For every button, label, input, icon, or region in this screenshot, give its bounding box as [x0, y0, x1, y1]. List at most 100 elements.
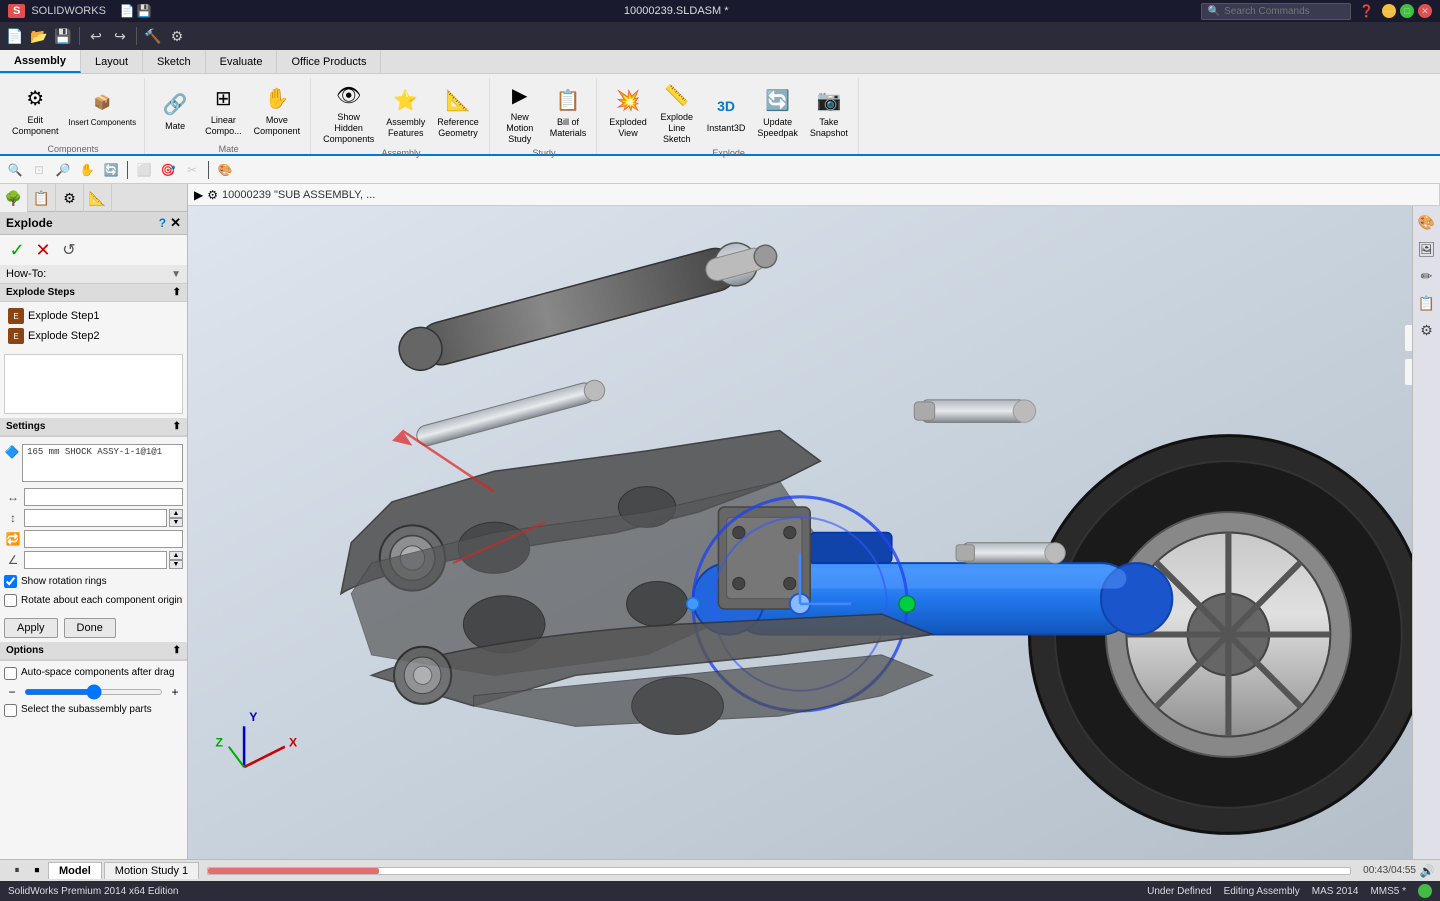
show-hidden-button[interactable]: 👁 Show Hidden Components [319, 78, 378, 146]
redo-icon[interactable]: ↪ [109, 25, 131, 47]
display-style-icon[interactable]: ⬜ [133, 159, 155, 181]
main-area: 🌳 📋 ⚙ 📐 Explode ? ✕ ✓ ✕ ↺ H [0, 184, 1440, 859]
tab-layout[interactable]: Layout [81, 50, 143, 73]
distance-down-button[interactable]: ▼ [169, 518, 183, 527]
undo-icon[interactable]: ↩ [85, 25, 107, 47]
rotate-each-checkbox[interactable] [4, 594, 17, 607]
viewport[interactable]: ▶ ⚙ 10000239 "SUB ASSEMBLY, ... [188, 184, 1440, 859]
reference-geometry-button[interactable]: 📐 Reference Geometry [433, 83, 483, 141]
confirm-ok-button[interactable]: ✓ [6, 239, 28, 261]
spacing-decrease-button[interactable]: − [4, 684, 20, 700]
explode-steps-collapse-icon[interactable]: ⬆ [173, 287, 181, 298]
right-appearance-icon[interactable]: 🎨 [1415, 210, 1439, 234]
auto-space-checkbox[interactable] [4, 667, 17, 680]
play-pause-button[interactable]: ⏸ [8, 862, 26, 880]
distance-up-button[interactable]: ▲ [169, 509, 183, 518]
volume-icon[interactable]: 🔊 [1418, 862, 1436, 880]
done-button[interactable]: Done [64, 618, 116, 638]
spacing-increase-button[interactable]: + [167, 684, 183, 700]
ribbon-content: ⚙ Edit Component 📦 Insert Components Com… [0, 74, 1440, 154]
component-field[interactable]: 165 mm SHOCK ASSY-1-1@1@1 [22, 444, 183, 482]
explode-title: Explode [6, 216, 53, 230]
options-icon[interactable]: ⚙ [166, 25, 188, 47]
confirm-refresh-button[interactable]: ↺ [58, 239, 80, 261]
close-button[interactable]: ✕ [1418, 4, 1432, 18]
explode-step-1[interactable]: E Explode Step1 [4, 306, 183, 326]
axis-icon: 🔁 [4, 530, 22, 548]
save-icon[interactable]: 💾 [52, 25, 74, 47]
3d-scene[interactable]: Y X Z [188, 206, 1412, 859]
edit-component-icon: ⚙ [19, 83, 51, 115]
instant3d-button[interactable]: 3D Instant3D [703, 89, 750, 136]
angle-up-button[interactable]: ▲ [169, 551, 183, 560]
dim-xpert-tab[interactable]: 📐 [84, 184, 112, 212]
new-file-icon[interactable]: 📄 [4, 25, 26, 47]
exploded-view-button[interactable]: 💥 Exploded View [605, 83, 651, 141]
take-snapshot-button[interactable]: 📷 Take Snapshot [806, 83, 852, 141]
tab-motion-study-1[interactable]: Motion Study 1 [104, 862, 199, 879]
zoom-to-selection-icon[interactable]: ⊡ [28, 159, 50, 181]
window-title: 10000239.SLDASM * [152, 5, 1201, 17]
insert-components-button[interactable]: 📦 Insert Components [67, 92, 139, 129]
panel-help-icon[interactable]: ? [159, 216, 166, 230]
spacing-slider[interactable] [24, 689, 163, 695]
panel-close-icon[interactable]: ✕ [170, 215, 181, 231]
move-component-button[interactable]: ✋ Move Component [250, 81, 305, 139]
select-subassembly-checkbox[interactable] [4, 704, 17, 717]
view-orientation-icon[interactable]: 🎯 [157, 159, 179, 181]
mate-button[interactable]: 🔗 Mate [153, 87, 197, 134]
update-speedpak-button[interactable]: 🔄 Update Speedpak [753, 83, 802, 141]
distance-field[interactable]: 72.70861897mm [24, 509, 167, 527]
bill-of-materials-button[interactable]: 📋 Bill of Materials [546, 83, 591, 141]
angle-down-button[interactable]: ▼ [169, 560, 183, 569]
maximize-button[interactable]: □ [1400, 4, 1414, 18]
linear-component-icon: ⊞ [207, 83, 239, 115]
axis-field[interactable]: XYRing@Edge<1> @SHOCK [24, 530, 183, 548]
status-bar: SolidWorks Premium 2014 x64 Edition Unde… [0, 881, 1440, 901]
assembly-features-button[interactable]: ⭐ Assembly Features [382, 83, 429, 141]
ribbon-group-components: 👁 Show Hidden Components ⭐ Assembly Feat… [313, 78, 490, 154]
right-decals-icon[interactable]: ✏ [1415, 264, 1439, 288]
tab-assembly[interactable]: Assembly [0, 50, 81, 73]
toolbar-save-icon[interactable]: 💾 [137, 4, 152, 18]
toolbar-file-icon[interactable]: 📄 [120, 4, 135, 18]
edit-component-button[interactable]: ⚙ Edit Component [8, 81, 63, 139]
minimize-button[interactable]: — [1382, 4, 1396, 18]
new-motion-button[interactable]: ▶ New Motion Study [498, 78, 542, 146]
options-collapse-icon[interactable]: ⬆ [173, 645, 181, 656]
timeline-bar[interactable] [207, 867, 1351, 875]
feature-manager-tab[interactable]: 🌳 [0, 184, 28, 212]
zoom-in-icon[interactable]: 🔎 [52, 159, 74, 181]
stop-button[interactable]: ⏹ [28, 862, 46, 880]
edge-field[interactable]: Z@Edge<1> @SHOCK BRAC [24, 488, 183, 506]
section-view-icon[interactable]: ✂ [181, 159, 203, 181]
rotate-icon[interactable]: 🔄 [100, 159, 122, 181]
tab-evaluate[interactable]: Evaluate [206, 50, 278, 73]
open-icon[interactable]: 📂 [28, 25, 50, 47]
linear-component-button[interactable]: ⊞ Linear Compo... [201, 81, 246, 139]
tab-model[interactable]: Model [48, 862, 102, 879]
tab-sketch[interactable]: Sketch [143, 50, 206, 73]
rebuild-icon[interactable]: 🔨 [142, 25, 164, 47]
help-icon[interactable]: ❓ [1359, 4, 1374, 18]
right-scene-icon[interactable]: 🖼 [1415, 237, 1439, 261]
how-to-row[interactable]: How-To: ▼ [0, 265, 187, 284]
right-tasks-icon[interactable]: 📋 [1415, 291, 1439, 315]
appearance-icon[interactable]: 🎨 [214, 159, 236, 181]
config-manager-tab[interactable]: ⚙ [56, 184, 84, 212]
right-custom-props-icon[interactable]: ⚙ [1415, 318, 1439, 342]
property-manager-tab[interactable]: 📋 [28, 184, 56, 212]
confirm-cancel-button[interactable]: ✕ [32, 239, 54, 261]
apply-button[interactable]: Apply [4, 618, 58, 638]
feature-tree-expand-icon[interactable]: ▶ [194, 188, 203, 202]
explode-line-button[interactable]: 📏 Explode Line Sketch [655, 78, 699, 146]
search-input[interactable] [1224, 6, 1344, 17]
show-rotation-rings-checkbox[interactable] [4, 575, 17, 588]
zoom-to-fit-icon[interactable]: 🔍 [4, 159, 26, 181]
angle-icon: ∠ [4, 551, 22, 569]
tab-office[interactable]: Office Products [277, 50, 381, 73]
angle-field[interactable]: 0deg [24, 551, 167, 569]
pan-icon[interactable]: ✋ [76, 159, 98, 181]
settings-collapse-icon[interactable]: ⬆ [173, 421, 181, 432]
explode-step-2[interactable]: E Explode Step2 [4, 326, 183, 346]
